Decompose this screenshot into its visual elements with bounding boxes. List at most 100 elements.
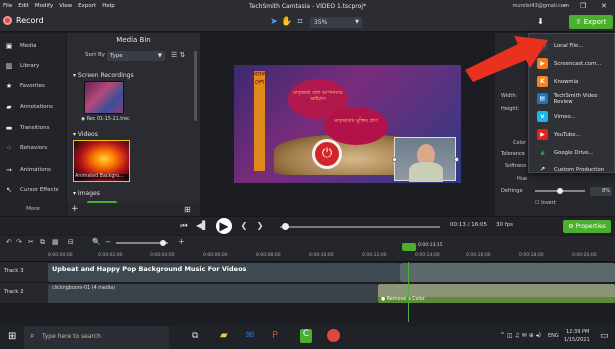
sidebar-item-behaviors[interactable]: ⁘ Behaviors bbox=[0, 141, 66, 155]
sort-dropdown[interactable]: Type ▼ bbox=[107, 51, 165, 61]
vimeo-icon: v bbox=[537, 111, 548, 122]
task-view-icon[interactable]: ⧉ bbox=[192, 331, 198, 341]
menu-view[interactable]: View bbox=[56, 3, 75, 9]
select-arrow-icon[interactable]: ➤ bbox=[268, 16, 280, 28]
prop-invert[interactable]: ☐ Invert bbox=[535, 200, 556, 206]
pan-hand-icon[interactable]: ✋ bbox=[281, 16, 293, 28]
annotation-icon: ▰ bbox=[6, 103, 12, 111]
section-videos[interactable]: ▾ Videos bbox=[73, 131, 98, 138]
zoom-dropdown[interactable]: 35% ▼ bbox=[310, 17, 362, 28]
resize-handle[interactable] bbox=[454, 157, 459, 162]
record-icon bbox=[3, 16, 12, 25]
zoom-plus-icon[interactable]: + bbox=[178, 237, 185, 246]
language-indicator[interactable]: ENG bbox=[548, 333, 559, 339]
resize-handle[interactable] bbox=[392, 157, 397, 162]
sidebar-item-label: Cursor Effects bbox=[20, 187, 59, 193]
section-images[interactable]: ▾ Images bbox=[73, 190, 100, 197]
export-youtube[interactable]: ▶ YouTube... bbox=[529, 126, 615, 143]
effect-bar[interactable]: ● Remove a Color bbox=[378, 297, 615, 303]
windows-start-icon[interactable]: ⊞ bbox=[8, 331, 16, 342]
bin-scrollbar[interactable] bbox=[194, 51, 197, 121]
scrub-thumb[interactable] bbox=[282, 223, 289, 230]
menu-item-label: Local File... bbox=[554, 42, 584, 49]
google-drive-icon: ▲ bbox=[540, 149, 545, 156]
maximize-button[interactable]: ❐ bbox=[576, 0, 590, 12]
export-custom-production[interactable]: ↗ Custom Production bbox=[529, 161, 615, 178]
menu-file[interactable]: File bbox=[0, 3, 15, 9]
export-video-review[interactable]: ▤ TechSmith Video Review bbox=[529, 90, 615, 107]
forward-icon[interactable]: ❯ bbox=[254, 220, 266, 232]
minimize-button[interactable]: − bbox=[558, 0, 572, 12]
animation-icon: ➞ bbox=[6, 166, 12, 174]
more-button[interactable]: More bbox=[0, 203, 66, 215]
video-clip[interactable]: clickngboom-01 (4 media) bbox=[48, 284, 378, 303]
powerpoint-icon[interactable]: P bbox=[272, 330, 278, 341]
rec-caption: ◉ Rec 01-15-21.trec bbox=[81, 117, 130, 122]
export-button[interactable]: ⇪ Export bbox=[569, 15, 613, 29]
record-button[interactable]: Record bbox=[3, 16, 44, 25]
taskbar-search[interactable]: ⌕ Type here to search bbox=[24, 326, 169, 349]
crop-icon[interactable]: ⌗ bbox=[294, 16, 306, 28]
rec-thumbnail[interactable] bbox=[84, 81, 124, 114]
zoom-out-icon[interactable]: 🔍 bbox=[92, 238, 101, 246]
sidebar-item-label: Favorites bbox=[20, 83, 45, 89]
notifications-icon[interactable]: ▭ bbox=[600, 331, 609, 341]
track-label: Track 2 bbox=[4, 289, 24, 295]
menu-help[interactable]: Help bbox=[99, 3, 118, 9]
defringe-slider-thumb[interactable] bbox=[557, 188, 563, 194]
menu-edit[interactable]: Edit bbox=[15, 3, 32, 9]
menu-export[interactable]: Export bbox=[75, 3, 99, 9]
video-frame[interactable]: বাংলাদেশ মাতৃভাষা বলা আপনাদের ভাইরাস মাত… bbox=[234, 65, 461, 183]
system-tray-icons[interactable]: ^ ◫ ♫ ✉ ⊕ ◂) bbox=[500, 332, 541, 339]
audio-clip[interactable]: Upbeat and Happy Pop Background Music Fo… bbox=[48, 263, 400, 282]
step-back-icon[interactable]: ⏮ bbox=[178, 220, 190, 232]
scrub-bar[interactable] bbox=[280, 226, 440, 228]
paste-icon[interactable]: ▦ bbox=[52, 238, 59, 246]
track-3-header[interactable]: Track 3 bbox=[0, 262, 48, 282]
play-icon[interactable]: ▶ bbox=[216, 218, 232, 234]
track-2-header[interactable]: Track 2 bbox=[0, 283, 48, 303]
previous-frame-icon[interactable]: ◀▌ bbox=[196, 220, 208, 232]
sidebar-item-animations[interactable]: ➞ Animations bbox=[0, 163, 66, 177]
undo-icon[interactable]: ↶ bbox=[6, 238, 12, 246]
speech-bubble-2: মাতৃভাষায় মুক্তির প্রাণ bbox=[324, 107, 388, 145]
webcam-overlay[interactable] bbox=[392, 137, 459, 182]
close-button[interactable]: ✕ bbox=[597, 0, 611, 12]
menu-modify[interactable]: Modify bbox=[32, 3, 56, 9]
timeline-ruler[interactable]: 0:00:00;00 0:00:02;00 0:00:04;00 0:00:06… bbox=[0, 250, 615, 262]
library-icon: ▥ bbox=[5, 62, 13, 70]
audio-clip-continued[interactable] bbox=[400, 263, 615, 282]
clock-date[interactable]: 1/15/2021 bbox=[564, 337, 590, 343]
sidebar-item-media[interactable]: ▣ Media bbox=[0, 39, 66, 53]
properties-button[interactable]: ⚙ Properties bbox=[563, 220, 611, 233]
sidebar-item-annotations[interactable]: ▰ Annotations bbox=[0, 100, 66, 114]
sidebar-item-transitions[interactable]: ▬ Transitions bbox=[0, 121, 66, 135]
mail-icon[interactable]: ✉ bbox=[246, 330, 254, 341]
file-explorer-icon[interactable]: ▰ bbox=[220, 330, 228, 341]
export-vimeo[interactable]: v Vimeo... bbox=[529, 108, 615, 125]
track-label: Track 3 bbox=[4, 268, 24, 274]
zoom-minus-icon[interactable]: − bbox=[105, 238, 111, 246]
section-screen-recordings[interactable]: ▾ Screen Recordings bbox=[73, 72, 134, 79]
zoom-slider-thumb[interactable] bbox=[160, 240, 166, 246]
sidebar-item-cursor-effects[interactable]: ↖ Cursor Effects bbox=[0, 183, 66, 197]
defringe-value[interactable]: 8% bbox=[590, 187, 612, 196]
camtasia-icon[interactable]: C bbox=[300, 329, 312, 343]
redo-icon[interactable]: ↷ bbox=[16, 238, 22, 246]
grid-view-icon[interactable]: ⊞ bbox=[184, 205, 191, 214]
cut-icon[interactable]: ✂ bbox=[28, 238, 34, 246]
add-media-button[interactable]: + bbox=[71, 204, 79, 214]
sidebar-item-favorites[interactable]: ★ Favorites bbox=[0, 79, 66, 93]
webcam-clip[interactable]: ● Remove a Color bbox=[378, 284, 615, 303]
export-google-drive[interactable]: ▲ Google Drive... bbox=[529, 144, 615, 161]
playhead-handle[interactable] bbox=[402, 243, 416, 251]
rewind-icon[interactable]: ❮ bbox=[238, 220, 250, 232]
fps-label: 30 fps bbox=[496, 222, 514, 228]
copy-icon[interactable]: ⧉ bbox=[40, 238, 45, 247]
cursor-icon: ↖ bbox=[6, 186, 12, 194]
clock-time[interactable]: 12:39 PM bbox=[566, 329, 589, 335]
sidebar-item-library[interactable]: ▥ Library bbox=[0, 59, 66, 73]
chrome-icon[interactable] bbox=[327, 329, 340, 342]
view-toggle-icon[interactable]: ☰ ⇅ bbox=[171, 51, 185, 59]
split-icon[interactable]: ⊟ bbox=[68, 238, 74, 246]
